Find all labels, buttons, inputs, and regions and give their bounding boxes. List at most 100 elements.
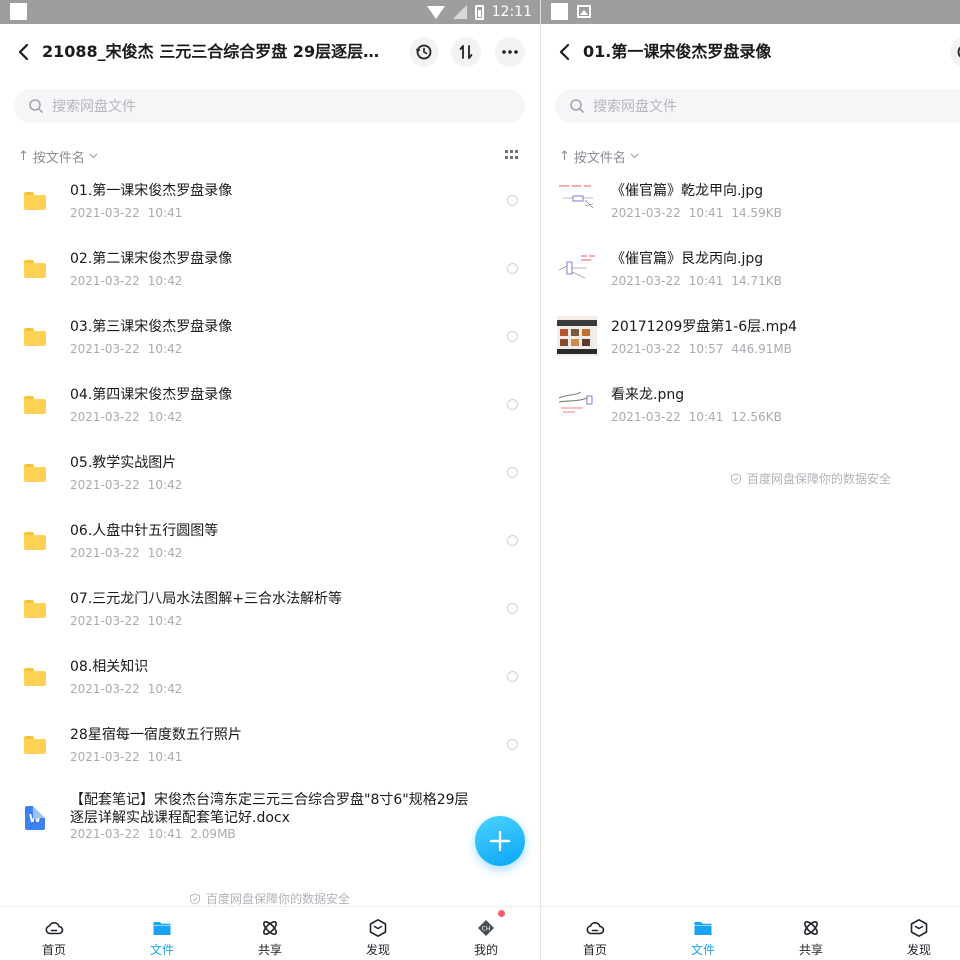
tab-share[interactable]: 共享	[240, 907, 300, 960]
tab-home[interactable]: 首页	[24, 907, 84, 960]
sort-control[interactable]: ↑ 按文件名	[559, 146, 639, 166]
list-item[interactable]: 看来龙.png 2021-03-22 10:41 12.56KB	[541, 370, 960, 438]
tab-share[interactable]: 共享	[781, 907, 841, 960]
list-item[interactable]: 《催官篇》艮龙丙向.jpg 2021-03-22 10:41 14.71KB	[541, 234, 960, 302]
status-icons: 12:11	[426, 0, 532, 24]
tab-home[interactable]: 首页	[565, 907, 625, 960]
select-radio[interactable]	[507, 331, 518, 342]
tab-discover[interactable]: 发现	[889, 907, 949, 960]
item-time: 10:41	[688, 206, 724, 220]
bottom-tab-bar: 首页 文件 共享 发现	[541, 906, 960, 960]
item-name: 02.第二课宋俊杰罗盘录像	[70, 251, 233, 267]
list-item[interactable]: 20171209罗盘第1-6层.mp4 2021-03-22 10:57 446.9…	[541, 302, 960, 370]
tab-label: 文件	[149, 943, 174, 957]
item-date: 2021-03-22	[70, 546, 140, 560]
sort-control[interactable]: ↑ 按文件名	[18, 146, 98, 166]
back-arrow-icon[interactable]	[555, 42, 575, 62]
folder-icon	[24, 192, 46, 210]
search-input[interactable]: 搜索网盘文件	[555, 89, 960, 123]
grid-view-icon[interactable]	[505, 150, 518, 161]
tab-label: 我的	[473, 943, 498, 957]
item-name: 03.第三课宋俊杰罗盘录像	[70, 319, 233, 335]
add-fab-button[interactable]	[475, 816, 525, 866]
list-item[interactable]: 28星宿每一宿度数五行照片 2021-03-22 10:41	[0, 710, 540, 778]
search-input[interactable]: 搜索网盘文件	[14, 89, 525, 123]
item-date: 2021-03-22	[70, 410, 140, 424]
signal-icon	[452, 5, 467, 19]
file-list: 01.第一课宋俊杰罗盘录像 2021-03-22 10:41 02.第二课宋俊杰罗盘…	[0, 166, 540, 870]
search-placeholder: 搜索网盘文件	[593, 99, 677, 115]
item-name: 28星宿每一宿度数五行照片	[70, 727, 242, 743]
item-meta: 2021-03-22 10:42	[70, 409, 182, 425]
folder-icon	[24, 600, 46, 618]
clock: 12:11	[491, 4, 532, 20]
item-size: 2.09MB	[190, 827, 236, 841]
select-radio[interactable]	[507, 263, 518, 274]
folder-icon	[24, 532, 46, 550]
list-item[interactable]: 07.三元龙门八局水法图解+三合水法解析等 2021-03-22 10:42	[0, 574, 540, 642]
more-dots-icon	[502, 50, 518, 54]
item-name: 《催官篇》乾龙甲向.jpg	[611, 183, 764, 199]
list-item-docx[interactable]: W 【配套笔记】宋俊杰台湾东定三元三合综合罗盘"8寸6"规格29层逐层详解实战课…	[0, 778, 540, 870]
tab-label: 文件	[690, 943, 715, 957]
item-time: 10:42	[147, 682, 183, 696]
select-radio[interactable]	[507, 739, 518, 750]
list-item[interactable]: 04.第四课宋俊杰罗盘录像 2021-03-22 10:42	[0, 370, 540, 438]
list-item[interactable]: 01.第一课宋俊杰罗盘录像 2021-03-22 10:41	[0, 166, 540, 234]
folder-icon	[24, 464, 46, 482]
cloud-icon	[586, 922, 605, 935]
folder-tab-icon	[694, 922, 712, 935]
tab-files[interactable]: 文件	[673, 907, 733, 960]
list-item[interactable]: 08.相关知识 2021-03-22 10:42	[0, 642, 540, 710]
item-date: 2021-03-22	[611, 206, 681, 220]
history-button[interactable]	[950, 37, 960, 67]
item-date: 2021-03-22	[611, 274, 681, 288]
item-date: 2021-03-22	[611, 342, 681, 356]
select-radio[interactable]	[507, 399, 518, 410]
item-meta: 2021-03-22 10:41	[70, 749, 182, 765]
select-radio[interactable]	[507, 671, 518, 682]
chevron-down-icon	[89, 153, 98, 159]
shield-icon	[730, 472, 742, 485]
tab-label: 共享	[798, 943, 823, 957]
cloud-icon	[45, 922, 64, 935]
subfolder-pane: 01.第一课宋俊杰罗盘录像 搜索网盘文件 ↑ 按文件名 《催官篇》乾龙甲向.jp…	[540, 0, 960, 960]
page-title: 21088_宋俊杰 三元三合综合罗盘 29层逐层详...	[42, 42, 382, 61]
list-item[interactable]: 02.第二课宋俊杰罗盘录像 2021-03-22 10:42	[0, 234, 540, 302]
item-time: 10:42	[147, 410, 183, 424]
select-radio[interactable]	[507, 467, 518, 478]
image-thumbnail-diagram	[557, 248, 597, 288]
select-radio[interactable]	[507, 195, 518, 206]
status-bar	[541, 0, 960, 24]
tab-discover[interactable]: 发现	[348, 907, 408, 960]
cube-icon	[910, 919, 928, 937]
item-time: 10:41	[688, 274, 724, 288]
item-meta: 2021-03-22 10:42	[70, 341, 182, 357]
item-meta: 2021-03-22 10:42	[70, 613, 182, 629]
status-bar: 12:11	[0, 0, 540, 24]
back-arrow-icon[interactable]	[14, 42, 34, 62]
transfer-arrows-icon	[459, 45, 473, 59]
select-radio[interactable]	[507, 535, 518, 546]
item-meta: 2021-03-22 10:41 2.09MB	[70, 826, 236, 842]
list-item[interactable]: 06.人盘中针五行圆图等 2021-03-22 10:42	[0, 506, 540, 574]
item-size: 14.71KB	[731, 274, 782, 288]
more-button[interactable]	[495, 37, 525, 67]
history-button[interactable]	[409, 37, 439, 67]
list-item[interactable]: 05.教学实战图片 2021-03-22 10:42	[0, 438, 540, 506]
select-radio[interactable]	[507, 603, 518, 614]
item-name: 20171209罗盘第1-6层.mp4	[611, 319, 798, 335]
list-item[interactable]: 03.第三课宋俊杰罗盘录像 2021-03-22 10:42	[0, 302, 540, 370]
security-note: 百度网盘保障你的数据安全	[189, 890, 350, 907]
wifi-icon	[426, 5, 445, 19]
list-item[interactable]: 《催官篇》乾龙甲向.jpg 2021-03-22 10:41 14.59KB	[541, 166, 960, 234]
tab-mine[interactable]: CH 我的	[456, 907, 516, 960]
notification-dot	[498, 910, 505, 917]
notification-icon	[10, 3, 27, 20]
transfer-button[interactable]	[451, 37, 481, 67]
tab-files[interactable]: 文件	[132, 907, 192, 960]
folder-tab-icon	[153, 922, 171, 935]
item-name: 07.三元龙门八局水法图解+三合水法解析等	[70, 591, 342, 607]
image-thumbnail-sketch	[557, 384, 597, 424]
battery-icon	[474, 4, 484, 20]
